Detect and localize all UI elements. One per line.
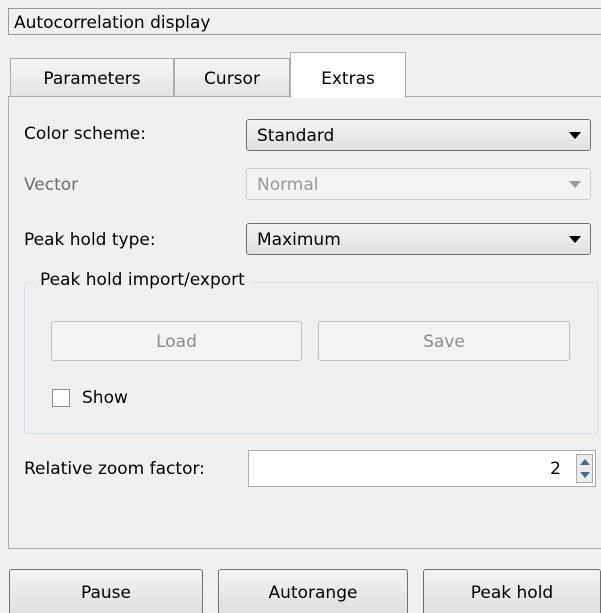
vector-value: Normal	[257, 175, 319, 195]
color-scheme-value: Standard	[257, 126, 335, 146]
tab-cursor[interactable]: Cursor	[174, 58, 290, 96]
save-button-label: Save	[423, 332, 465, 352]
spin-down-icon[interactable]	[580, 472, 590, 478]
show-checkbox-label: Show	[82, 388, 128, 408]
zoom-factor-label: Relative zoom factor:	[24, 459, 205, 479]
peak-hold-button-label: Peak hold	[470, 583, 554, 603]
autorange-button[interactable]: Autorange	[218, 569, 408, 613]
tab-extras-label: Extras	[321, 69, 375, 89]
color-scheme-label: Color scheme:	[24, 124, 146, 144]
vector-label: Vector	[24, 175, 79, 195]
chevron-down-icon	[569, 132, 581, 139]
autorange-button-label: Autorange	[268, 583, 358, 603]
peak-hold-button[interactable]: Peak hold	[423, 569, 601, 613]
chevron-down-icon	[569, 181, 581, 188]
tab-parameters-label: Parameters	[43, 69, 141, 89]
zoom-factor-value: 2	[550, 459, 561, 479]
vector-select: Normal	[246, 168, 591, 200]
spin-buttons	[576, 454, 593, 483]
show-checkbox[interactable]	[52, 389, 70, 407]
tab-extras[interactable]: Extras	[290, 52, 406, 98]
save-button[interactable]: Save	[318, 321, 570, 361]
pause-button[interactable]: Pause	[9, 569, 203, 613]
window-title: Autocorrelation display	[14, 13, 211, 33]
chevron-down-icon	[569, 236, 581, 243]
peak-hold-type-label: Peak hold type:	[24, 230, 156, 250]
tab-parameters[interactable]: Parameters	[10, 58, 174, 96]
spin-up-icon[interactable]	[580, 459, 590, 465]
peak-hold-type-value: Maximum	[257, 230, 341, 250]
zoom-factor-spinbox[interactable]: 2	[248, 450, 596, 487]
window-title-bar: Autocorrelation display	[8, 8, 601, 35]
load-button-label: Load	[156, 332, 197, 352]
peak-hold-io-title: Peak hold import/export	[34, 270, 251, 290]
pause-button-label: Pause	[81, 583, 131, 603]
load-button[interactable]: Load	[51, 321, 302, 361]
tab-cursor-label: Cursor	[204, 69, 260, 89]
peak-hold-type-select[interactable]: Maximum	[246, 223, 591, 255]
color-scheme-select[interactable]: Standard	[246, 119, 591, 151]
